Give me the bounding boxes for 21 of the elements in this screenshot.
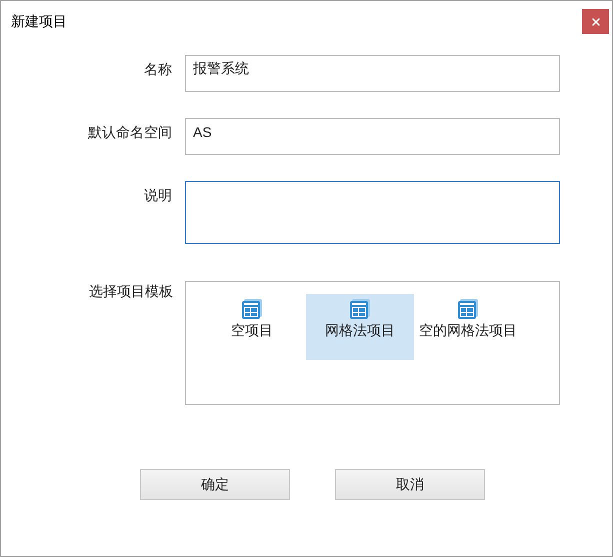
template-label: 空项目 (231, 321, 273, 340)
description-field[interactable] (185, 181, 560, 244)
field-label: 选择项目模板 (88, 282, 173, 301)
template-label: 空的网格法项目 (419, 321, 517, 340)
close-button[interactable] (582, 9, 609, 34)
template-item[interactable]: 空项目 (198, 294, 306, 360)
dialog-button[interactable]: 取消 (335, 469, 485, 500)
window-icon (241, 298, 263, 320)
window-icon (349, 298, 371, 320)
template-item[interactable]: 空的网格法项目 (414, 294, 522, 360)
dialog-button[interactable]: 确定 (140, 469, 290, 500)
template-label: 网格法项目 (325, 321, 395, 340)
template-item[interactable]: 网格法项目 (306, 294, 414, 360)
window-icon (457, 298, 479, 320)
field-label: 说明 (143, 186, 173, 205)
field-label: 默认命名空间 (87, 123, 173, 142)
text-field[interactable]: 报警系统 (185, 55, 560, 92)
window-title: 新建项目 (11, 12, 67, 31)
field-label: 名称 (143, 60, 173, 79)
close-icon (590, 16, 602, 28)
text-field[interactable]: AS (185, 118, 560, 155)
